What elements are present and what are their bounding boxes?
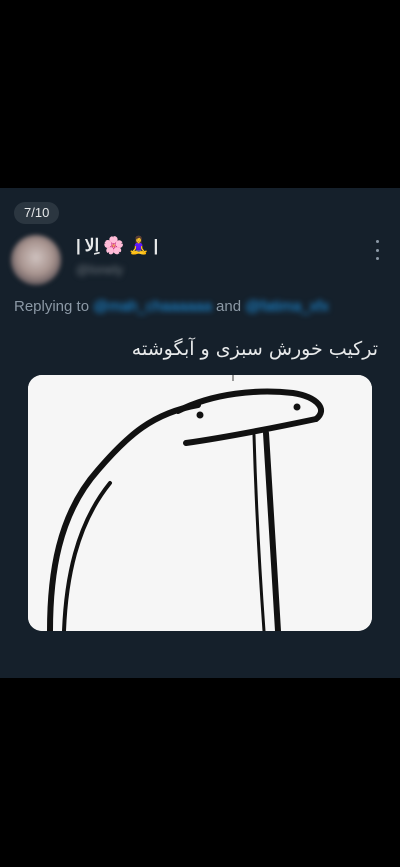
thread-counter-badge: 7/10 xyxy=(14,202,60,224)
tweet-image[interactable] xyxy=(28,375,372,631)
blob-meme-drawing xyxy=(28,375,372,631)
tweet-card[interactable]: 7/10 | اِلا 🌸 🧘‍♀️ | @lonely Replying to… xyxy=(0,188,400,678)
meditating-person-emoji-icon: 🧘‍♀️ xyxy=(128,236,150,255)
replying-to-label: Replying to xyxy=(14,298,90,315)
avatar[interactable] xyxy=(11,235,61,285)
tweet-text: ترکیب خورش سبزی و آبگوشته xyxy=(131,338,378,360)
display-name[interactable]: | اِلا 🌸 🧘‍♀️ | xyxy=(76,236,158,256)
mention-link-1[interactable]: @mah_chaaaaaa xyxy=(93,298,212,315)
user-handle[interactable]: @lonely xyxy=(76,262,123,277)
more-vertical-icon[interactable] xyxy=(374,240,380,260)
screen: 7/10 | اِلا 🌸 🧘‍♀️ | @lonely Replying to… xyxy=(0,0,400,867)
replying-to-joiner: and xyxy=(216,298,242,315)
thread-counter-text: 7/10 xyxy=(24,205,50,220)
display-name-suffix: | xyxy=(153,236,159,255)
flower-emoji-icon: 🌸 xyxy=(103,236,125,255)
display-name-prefix: | xyxy=(76,236,81,255)
mention-link-2[interactable]: @fatima_xfx xyxy=(245,298,329,315)
replying-to-line: Replying to @mah_chaaaaaa and @fatima_xf… xyxy=(14,298,329,315)
display-name-text: اِلا xyxy=(84,236,100,255)
